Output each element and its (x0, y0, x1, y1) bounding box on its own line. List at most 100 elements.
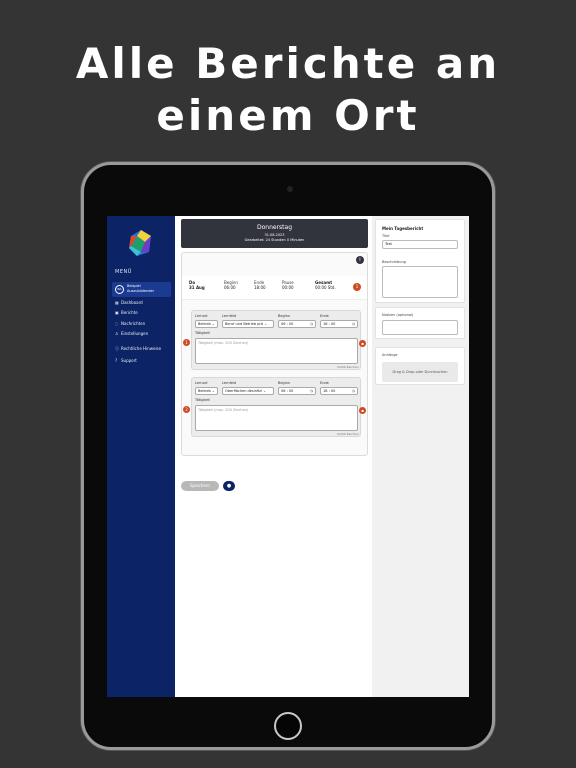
entry-number-badge: 2 (183, 406, 190, 413)
day-date: 31.08.2023 Gearbeitet: 24 Stunden 0 Minu… (181, 233, 368, 243)
summary-total: Gesamt 00:00 Std. (315, 280, 336, 290)
clock-icon: ◷ (351, 389, 355, 393)
lernort-select[interactable]: Betrieb ⌄ (195, 320, 218, 328)
title-label: Titel (382, 234, 390, 238)
begin-label: Beginn (278, 381, 291, 385)
day-header: Donnerstag 31.08.2023 Gearbeitet: 24 Stu… (181, 219, 368, 248)
char-count: 0/200 Zeichen (337, 432, 359, 436)
calendar-icon: ▣ (115, 309, 119, 315)
delete-entry-button[interactable]: ▪ (359, 407, 366, 414)
task-textarea[interactable]: Tätigkeit (max. 200 Zeichen) (195, 405, 358, 431)
summary-pause: Pause 00:00 (282, 280, 294, 290)
report-title: Mein Tagesbericht (382, 226, 424, 231)
summary-pause-value: 00:00 (282, 285, 294, 290)
main-content: Donnerstag 31.08.2023 Gearbeitet: 24 Stu… (175, 216, 372, 697)
chat-button[interactable]: ● (223, 481, 235, 491)
sidebar-item-label: Rechtliche Hinweise (121, 346, 162, 351)
summary-begin-value: 06:00 (224, 285, 236, 290)
app-logo-icon (129, 230, 151, 256)
end-time-input[interactable]: 18 : 00 ◷ (320, 320, 358, 328)
description-textarea[interactable] (382, 266, 458, 298)
trash-icon: ▪ (361, 408, 364, 413)
title-input-value: Test (385, 242, 392, 246)
task-label: Tätigkeit (195, 398, 210, 402)
day-summary-row[interactable]: Do 31 Aug Beginn 06:00 Ende 18:00 Pause … (182, 276, 367, 300)
notes-textarea[interactable] (382, 320, 458, 335)
task-label: Tätigkeit (195, 331, 210, 335)
task-placeholder: Tätigkeit (max. 200 Zeichen) (198, 341, 249, 345)
end-time-value: 18 : 00 (323, 322, 336, 326)
headline: Alle Berichte an einem Ort (0, 38, 576, 142)
lernort-value: Betrieb (198, 389, 211, 393)
begin-label: Beginn (278, 314, 291, 318)
clock-icon: ◷ (351, 322, 355, 326)
attachment-dropzone[interactable]: Drag & Drop oder Durchsuchen (382, 362, 458, 382)
summary-end-value: 18:00 (254, 285, 266, 290)
title-input[interactable]: Test (382, 240, 458, 249)
info-button[interactable]: i (356, 256, 364, 264)
summary-day: Do 31 Aug (189, 280, 205, 290)
clock-icon: ◷ (309, 322, 313, 326)
save-button[interactable]: Speichern (181, 481, 219, 491)
sidebar-item-berichte[interactable]: ▣ Berichte (115, 310, 138, 315)
activity-entry: Lernort Betrieb ⌄ Lernfeld Beruf und Bet… (191, 310, 361, 370)
sidebar-item-support[interactable]: ? Support (115, 358, 137, 363)
clock-icon: ◷ (309, 389, 313, 393)
chevron-down-icon: ⌄ (263, 389, 267, 393)
sidebar-item-label: Dashboard (121, 300, 143, 305)
begin-time-input[interactable]: 06 : 00 ◷ (278, 320, 316, 328)
app-screen: MENÜ BA Beispiel Auszubildender ▦ Dashboa… (107, 216, 469, 697)
sidebar-item-dashboard[interactable]: ▦ Dashboard (115, 300, 143, 305)
task-placeholder: Tätigkeit (max. 200 Zeichen) (198, 408, 249, 412)
lernort-label: Lernort (195, 381, 208, 385)
summary-date: 31 Aug (189, 285, 205, 290)
report-card: Mein Tagesbericht Titel Test Beschreibun… (375, 219, 465, 303)
trash-icon: ▪ (361, 341, 364, 346)
chevron-down-icon: ⌄ (211, 322, 215, 326)
summary-begin: Beginn 06:00 (224, 280, 238, 290)
user-profile-button[interactable]: BA Beispiel Auszubildender (112, 282, 171, 297)
home-button[interactable] (274, 712, 302, 740)
chat-icon: ● (226, 483, 232, 489)
worked-hours: Gearbeitet: 24 Stunden 0 Minuten (244, 238, 305, 242)
lernort-select[interactable]: Betrieb ⌄ (195, 387, 218, 395)
day-title: Donnerstag (256, 224, 293, 231)
summary-total-value: 00:00 Std. (315, 285, 336, 290)
task-textarea[interactable]: Tätigkeit (max. 200 Zeichen) (195, 338, 358, 364)
end-time-value: 18 : 00 (323, 389, 336, 393)
sidebar-item-label: Nachrichten (121, 321, 146, 326)
headline-line1: Alle Berichte an (75, 39, 501, 88)
grid-icon: ▦ (115, 299, 119, 305)
sidebar-item-label: Berichte (121, 310, 138, 315)
end-label: Ende (320, 314, 329, 318)
description-label: Beschreibung (382, 260, 406, 264)
sidebar-item-nachrichten[interactable]: ◌ Nachrichten (115, 321, 145, 326)
user-name-line2: Auszubildender (127, 289, 155, 293)
user-name: Beispiel Auszubildender (127, 284, 154, 294)
lernfeld-select[interactable]: Beruf und Betrieb prä ⌄ (222, 320, 274, 328)
sidebar-item-rechtliche-hinweise[interactable]: ⓘ Rechtliche Hinweise (115, 346, 161, 351)
delete-entry-button[interactable]: ▪ (359, 340, 366, 347)
chevron-down-icon: ⌄ (264, 322, 268, 326)
sidebar-item-einstellungen[interactable]: ♙ Einstellungen (115, 331, 148, 336)
lernfeld-value: Beruf und Betrieb prä (225, 322, 263, 326)
begin-time-value: 06 : 00 (281, 389, 294, 393)
camera-icon (287, 186, 293, 192)
user-icon: ♙ (115, 330, 119, 336)
chat-icon: ◌ (115, 320, 119, 326)
end-label: Ende (320, 381, 329, 385)
lernfeld-value: Oberflächen desinfizi (225, 389, 262, 393)
headline-line2: einem Ort (156, 91, 420, 140)
lernfeld-select[interactable]: Oberflächen desinfizi ⌄ (222, 387, 274, 395)
activity-entry: Lernort Betrieb ⌄ Lernfeld Oberflächen d… (191, 377, 361, 437)
attachments-label: Anhänge (382, 353, 398, 357)
attachments-card: Anhänge Drag & Drop oder Durchsuchen (375, 347, 465, 385)
lernort-label: Lernort (195, 314, 208, 318)
end-time-input[interactable]: 18 : 00 ◷ (320, 387, 358, 395)
help-icon: ? (115, 357, 118, 363)
entry-number-badge: 1 (183, 339, 190, 346)
avatar: BA (115, 285, 124, 294)
summary-count-badge: 1 (353, 283, 361, 291)
begin-time-input[interactable]: 06 : 00 ◷ (278, 387, 316, 395)
sidebar-item-label: Einstellungen (121, 331, 149, 336)
